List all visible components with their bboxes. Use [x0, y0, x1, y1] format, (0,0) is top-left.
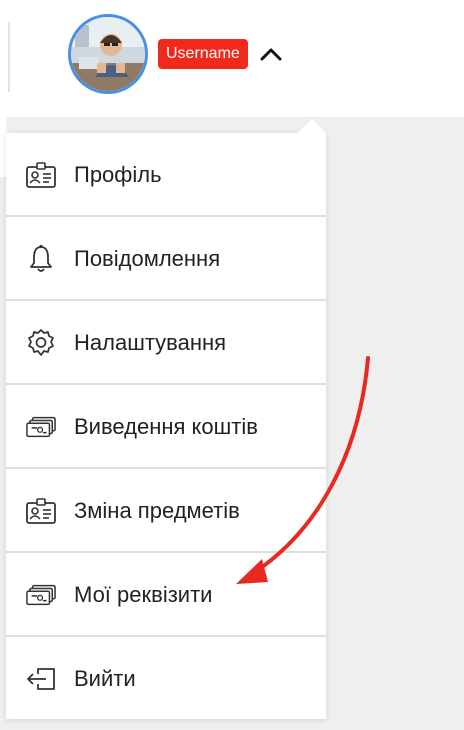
menu-item-label: Налаштування [74, 330, 227, 355]
profile-card-icon [26, 160, 56, 190]
bell-icon [26, 244, 56, 274]
menu-item-my-details[interactable]: Мої реквізити [6, 553, 326, 637]
money-icon [26, 580, 56, 610]
header-divider [8, 22, 10, 92]
menu-item-settings[interactable]: Налаштування [6, 301, 326, 385]
menu-item-label: Вийти [74, 666, 136, 691]
logout-icon [26, 664, 56, 694]
user-menu-toggle[interactable]: Username [68, 13, 336, 95]
menu-item-profile[interactable]: Профіль [6, 133, 326, 217]
menu-item-label: Виведення коштів [74, 414, 258, 439]
menu-item-label: Мої реквізити [74, 582, 213, 607]
menu-item-label: Профіль [74, 162, 162, 187]
profile-card-icon [26, 496, 56, 526]
menu-item-label: Повідомлення [74, 246, 221, 271]
menu-item-change-subjects[interactable]: Зміна предметів [6, 469, 326, 553]
money-icon [26, 412, 56, 442]
menu-item-notifications[interactable]: Повідомлення [6, 217, 326, 301]
top-bar: Username [0, 0, 464, 117]
username: Username [158, 39, 248, 69]
menu-item-logout[interactable]: Вийти [6, 637, 326, 721]
gear-icon [26, 328, 56, 358]
menu-item-label: Зміна предметів [74, 498, 240, 523]
menu-item-withdraw-funds[interactable]: Виведення коштів [6, 385, 326, 469]
avatar[interactable] [68, 14, 148, 94]
chevron-up-icon[interactable] [256, 39, 286, 69]
user-dropdown-menu: Профіль Повідомлення Налаштування Виведе… [6, 118, 327, 721]
